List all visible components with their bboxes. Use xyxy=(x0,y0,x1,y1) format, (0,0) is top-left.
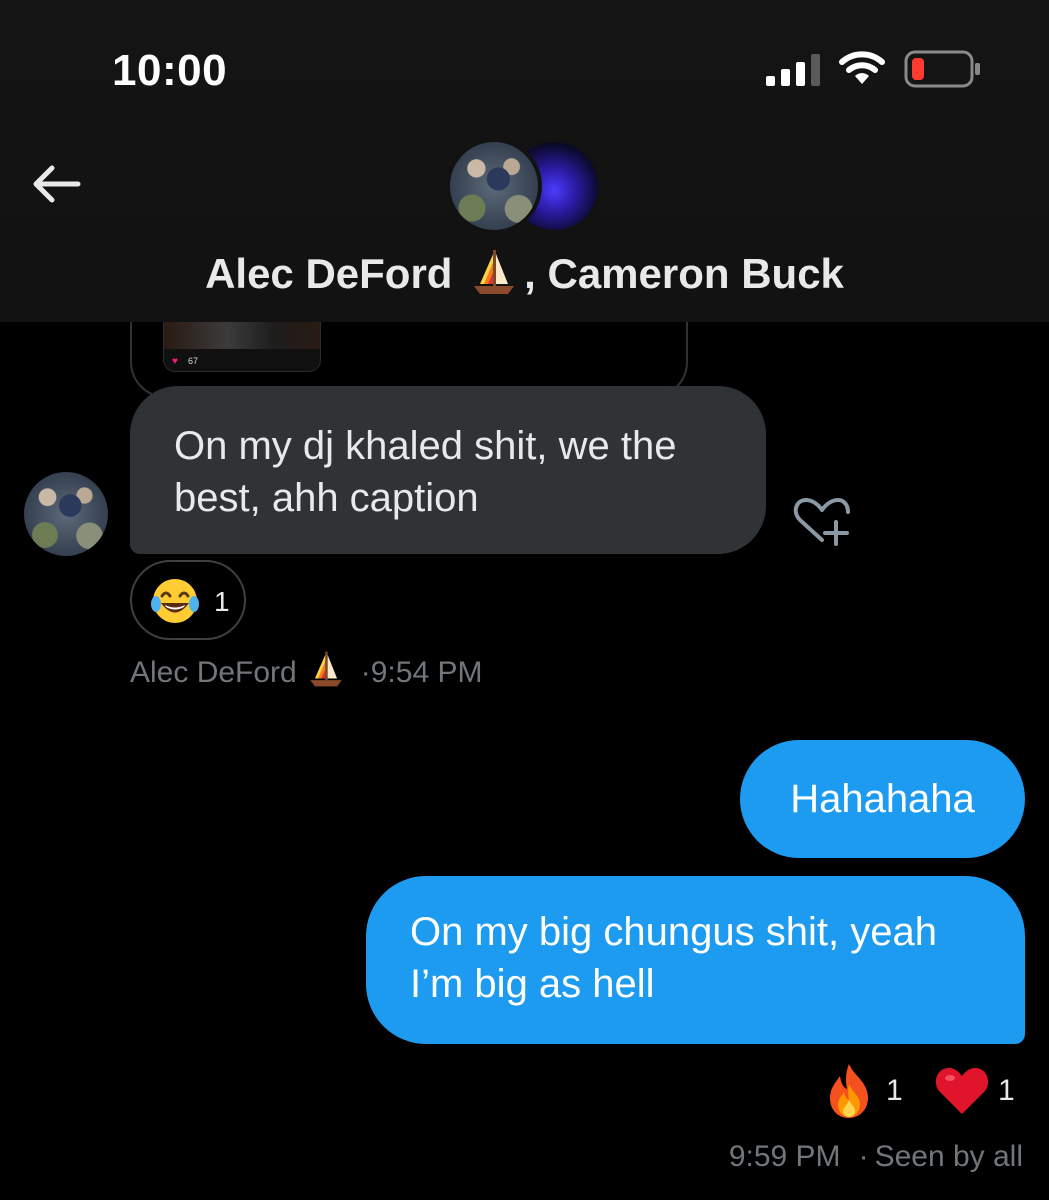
reaction-laugh-count[interactable]: 1 xyxy=(214,586,230,618)
incoming-time: 9:54 PM xyxy=(370,656,483,689)
cellular-signal-icon xyxy=(766,54,820,86)
outgoing-message-bubble[interactable]: On my big chungus shit, yeah I’m big as … xyxy=(366,876,1025,1044)
red-heart-emoji-icon[interactable] xyxy=(934,1064,990,1116)
fire-emoji-icon[interactable] xyxy=(824,1062,874,1120)
battery-icon xyxy=(904,50,980,88)
meta-dot: · xyxy=(360,656,371,689)
sender-name: Alec DeFord xyxy=(130,656,297,689)
wifi-icon xyxy=(839,51,885,84)
outgoing-message-meta: 9:59 PM · Seen by all xyxy=(729,1140,1023,1174)
sailboat-emoji-icon xyxy=(474,250,515,294)
title-separator: , xyxy=(524,250,548,297)
conversation-header: 10:00 Alec DeFord , Cameron Buck xyxy=(0,0,1049,322)
sailboat-emoji-icon xyxy=(309,651,342,687)
incoming-message-bubble[interactable]: On my dj khaled shit, we the best, ahh c… xyxy=(130,386,766,554)
seen-status: Seen by all xyxy=(874,1140,1023,1173)
outgoing-time: 9:59 PM xyxy=(728,1140,841,1173)
reaction-heart-count[interactable]: 1 xyxy=(998,1074,1015,1108)
meta-dot: · xyxy=(858,1140,869,1173)
avatar-alec-deford xyxy=(446,138,542,234)
title-name-alec: Alec DeFord xyxy=(205,250,453,297)
tears-of-joy-emoji-icon xyxy=(151,579,199,623)
sender-avatar[interactable] xyxy=(24,472,108,556)
title-name-cameron: Cameron Buck xyxy=(547,250,844,297)
conversation-title[interactable]: Alec DeFord , Cameron Buck xyxy=(0,248,1049,298)
outgoing-message-bubble[interactable]: Hahahaha xyxy=(740,740,1025,858)
group-avatars[interactable] xyxy=(446,138,606,234)
back-arrow-icon[interactable] xyxy=(28,160,84,208)
status-time: 10:00 xyxy=(112,46,228,95)
reaction-fire-count[interactable]: 1 xyxy=(886,1074,903,1108)
add-reaction-icon[interactable] xyxy=(792,496,850,548)
incoming-message-meta: Alec DeFord ·9:54 PM xyxy=(130,650,482,690)
